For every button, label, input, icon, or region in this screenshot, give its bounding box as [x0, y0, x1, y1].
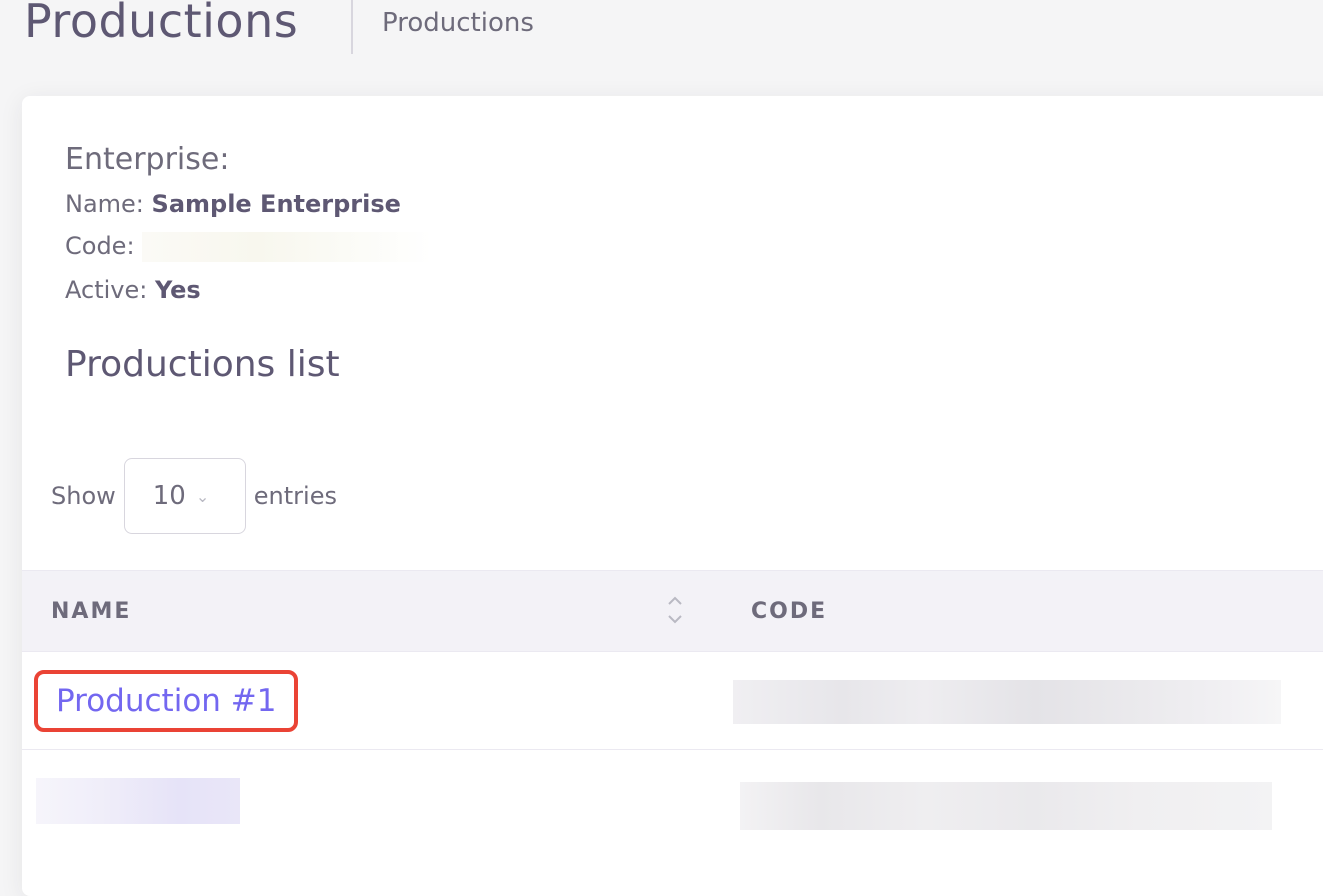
active-label: Active: [65, 276, 148, 304]
enterprise-heading: Enterprise: [65, 142, 230, 177]
table-row: Production #1 [22, 652, 1323, 750]
production-link[interactable]: Production #1 [34, 670, 299, 732]
page-title: Productions [24, 0, 299, 48]
show-entries-control: Show 10 ⌄ entries [51, 458, 337, 534]
page-size-select[interactable]: 10 ⌄ [123, 458, 246, 534]
header-divider [351, 0, 353, 54]
active-value: Yes [154, 276, 201, 304]
chevron-down-icon: ⌄ [195, 486, 210, 506]
name-label: Name: [65, 190, 144, 218]
breadcrumb[interactable]: Productions [382, 8, 534, 38]
code-cell-redacted [740, 782, 1272, 830]
enterprise-card: Enterprise: Name: Sample Enterprise Code… [22, 96, 1323, 896]
page-header: Productions Productions [0, 0, 1323, 70]
column-header-name[interactable]: NAME [51, 599, 131, 624]
show-label: Show [51, 482, 116, 510]
name-cell-redacted [36, 778, 240, 824]
table-header: NAME CODE [22, 570, 1323, 652]
code-cell-redacted [733, 680, 1281, 724]
column-header-code[interactable]: CODE [751, 599, 827, 624]
sort-icon[interactable] [664, 587, 686, 633]
enterprise-name-row: Name: Sample Enterprise [65, 190, 401, 218]
page-size-value: 10 [152, 481, 186, 511]
code-label: Code: [65, 232, 135, 260]
enterprise-active-row: Active: Yes [65, 276, 201, 304]
name-value: Sample Enterprise [151, 190, 401, 218]
productions-list-title: Productions list [65, 344, 340, 385]
entries-label: entries [253, 482, 337, 510]
code-value-redacted [142, 232, 433, 262]
table-row [22, 750, 1323, 860]
enterprise-code-row: Code: [65, 232, 433, 262]
